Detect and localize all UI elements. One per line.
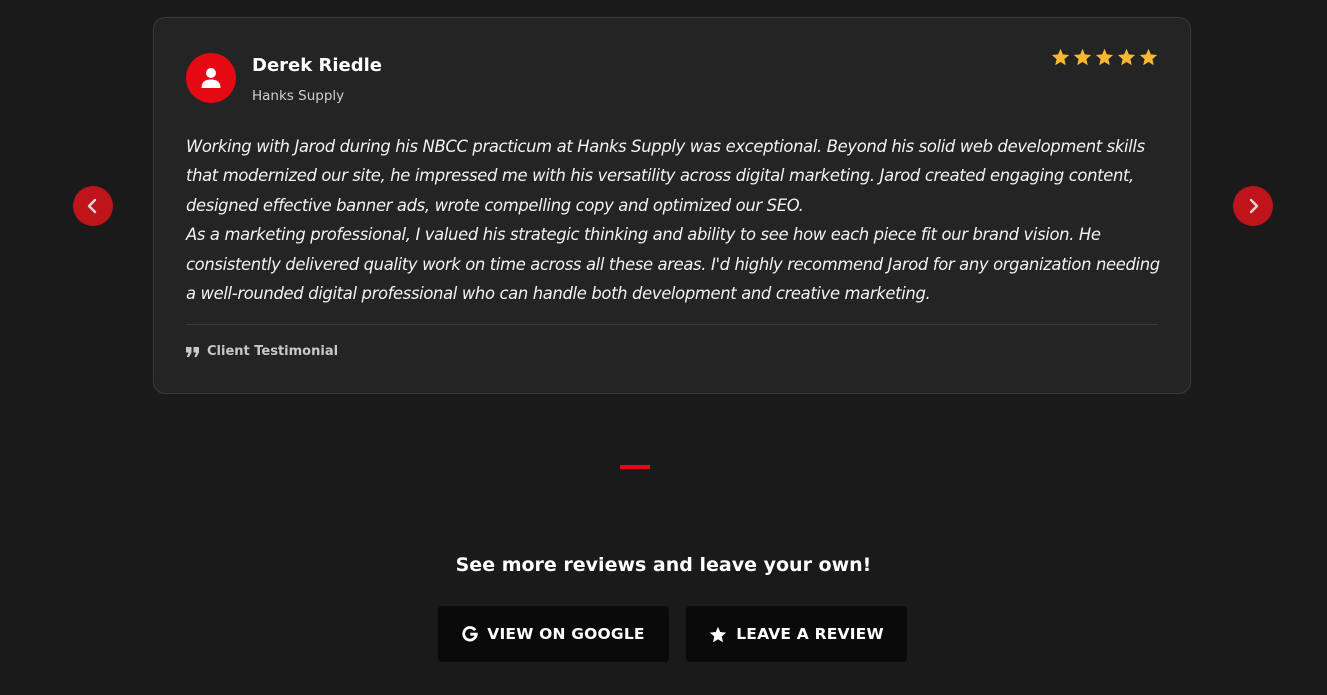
carousel-prev-button[interactable]: [73, 186, 113, 226]
view-on-google-label: VIEW ON GOOGLE: [487, 625, 645, 643]
chevron-right-icon: [1249, 198, 1259, 214]
quote-icon: [186, 346, 199, 357]
leave-review-label: LEAVE A REVIEW: [736, 625, 884, 643]
testimonial-paragraph: As a marketing professional, I valued hi…: [186, 225, 1160, 304]
avatar: [186, 53, 236, 103]
testimonial-card: Derek Riedle Hanks Supply Working with J…: [153, 17, 1191, 394]
star-rating: [1051, 48, 1158, 66]
testimonial-paragraph: Working with Jarod during his NBCC pract…: [186, 137, 1145, 215]
testimonial-footer-label: Client Testimonial: [207, 344, 339, 359]
testimonial-footer: Client Testimonial: [186, 344, 338, 359]
view-on-google-button[interactable]: VIEW ON GOOGLE: [438, 606, 669, 662]
testimonials-section: Derek Riedle Hanks Supply Working with J…: [0, 0, 1327, 695]
user-icon: [201, 68, 221, 88]
reviewer-company: Hanks Supply: [252, 88, 345, 104]
cta-heading: See more reviews and leave your own!: [455, 554, 872, 576]
carousel-indicator-active[interactable]: [620, 465, 650, 469]
google-icon: [462, 626, 479, 642]
star-icon: [1117, 48, 1136, 66]
reviewer-name: Derek Riedle: [252, 55, 382, 76]
divider: [186, 324, 1158, 325]
testimonial-text: Working with Jarod during his NBCC pract…: [186, 132, 1161, 308]
star-icon: [1073, 48, 1092, 66]
star-icon: [1051, 48, 1070, 66]
star-icon: [710, 626, 727, 642]
carousel-next-button[interactable]: [1233, 186, 1273, 226]
leave-review-button[interactable]: LEAVE A REVIEW: [686, 606, 907, 662]
star-icon: [1139, 48, 1158, 66]
star-icon: [1095, 48, 1114, 66]
chevron-left-icon: [87, 198, 97, 214]
